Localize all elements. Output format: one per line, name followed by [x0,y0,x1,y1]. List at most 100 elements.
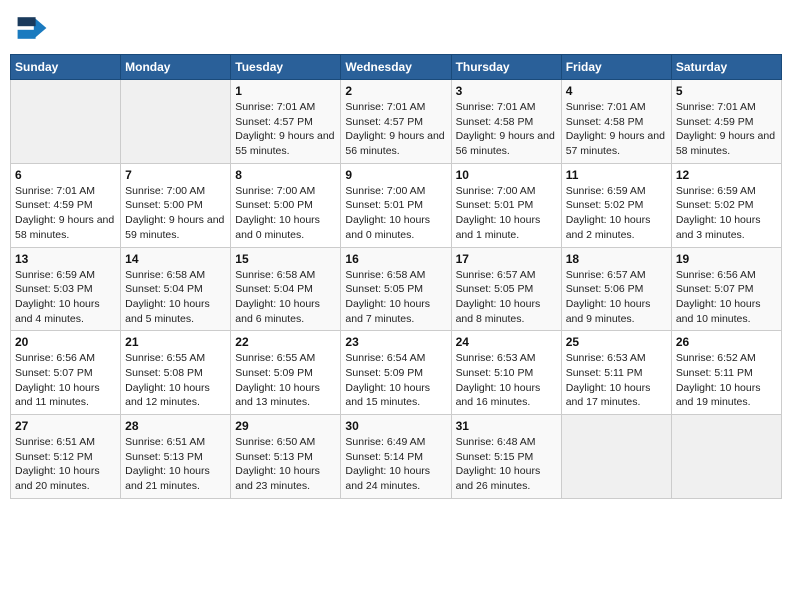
logo-icon [14,10,50,46]
calendar-cell: 16 Sunrise: 6:58 AMSunset: 5:05 PMDayligh… [341,247,451,331]
day-number: 24 [456,335,557,349]
calendar-cell: 8 Sunrise: 7:00 AMSunset: 5:00 PMDaylight… [231,163,341,247]
calendar-cell: 24Sunrise: 6:53 AMSunset: 5:10 PMDayligh… [451,331,561,415]
calendar-cell: 5 Sunrise: 7:01 AMSunset: 4:59 PMDaylight… [671,80,781,164]
calendar-cell [561,415,671,499]
calendar-cell: 3 Sunrise: 7:01 AMSunset: 4:58 PMDaylight… [451,80,561,164]
day-info: Sunrise: 6:49 AMSunset: 5:14 PMDaylight:… [345,435,446,494]
day-number: 1 [235,84,336,98]
day-info: Sunrise: 6:52 AMSunset: 5:11 PMDaylight:… [676,351,777,410]
header-tuesday: Tuesday [231,55,341,80]
calendar-cell: 7 Sunrise: 7:00 AMSunset: 5:00 PMDaylight… [121,163,231,247]
day-number: 30 [345,419,446,433]
day-info: Sunrise: 7:01 AMSunset: 4:59 PMDaylight:… [676,100,777,159]
day-number: 8 [235,168,336,182]
calendar-cell [671,415,781,499]
calendar-cell: 22 Sunrise: 6:55 AMSunset: 5:09 PMDayligh… [231,331,341,415]
day-info: Sunrise: 6:57 AMSunset: 5:05 PMDaylight:… [456,268,557,327]
calendar-week-1: 1 Sunrise: 7:01 AMSunset: 4:57 PMDaylight… [11,80,782,164]
day-info: Sunrise: 7:01 AMSunset: 4:59 PMDaylight:… [15,184,116,243]
calendar-cell: 21 Sunrise: 6:55 AMSunset: 5:08 PMDayligh… [121,331,231,415]
day-number: 9 [345,168,446,182]
day-number: 7 [125,168,226,182]
calendar-cell: 4 Sunrise: 7:01 AMSunset: 4:58 PMDaylight… [561,80,671,164]
day-number: 12 [676,168,777,182]
day-info: Sunrise: 6:53 AMSunset: 5:11 PMDaylight:… [566,351,667,410]
day-info: Sunrise: 6:59 AMSunset: 5:03 PMDaylight:… [15,268,116,327]
header-wednesday: Wednesday [341,55,451,80]
day-info: Sunrise: 7:01 AMSunset: 4:57 PMDaylight:… [235,100,336,159]
day-info: Sunrise: 6:58 AMSunset: 5:05 PMDaylight:… [345,268,446,327]
calendar-cell: 10 Sunrise: 7:00 AMSunset: 5:01 PMDayligh… [451,163,561,247]
logo [14,10,54,46]
day-info: Sunrise: 6:59 AMSunset: 5:02 PMDaylight:… [676,184,777,243]
calendar-cell: 27Sunrise: 6:51 AMSunset: 5:12 PMDayligh… [11,415,121,499]
day-number: 18 [566,252,667,266]
calendar-cell: 12 Sunrise: 6:59 AMSunset: 5:02 PMDayligh… [671,163,781,247]
calendar-cell: 13 Sunrise: 6:59 AMSunset: 5:03 PMDayligh… [11,247,121,331]
calendar-cell: 11Sunrise: 6:59 AMSunset: 5:02 PMDayligh… [561,163,671,247]
calendar-cell: 25 Sunrise: 6:53 AMSunset: 5:11 PMDayligh… [561,331,671,415]
day-info: Sunrise: 6:59 AMSunset: 5:02 PMDaylight:… [566,184,667,243]
day-number: 16 [345,252,446,266]
calendar-week-3: 13 Sunrise: 6:59 AMSunset: 5:03 PMDayligh… [11,247,782,331]
day-info: Sunrise: 6:54 AMSunset: 5:09 PMDaylight:… [345,351,446,410]
calendar-cell [11,80,121,164]
day-info: Sunrise: 7:01 AMSunset: 4:58 PMDaylight:… [456,100,557,159]
calendar-cell: 23 Sunrise: 6:54 AMSunset: 5:09 PMDayligh… [341,331,451,415]
day-number: 13 [15,252,116,266]
header-monday: Monday [121,55,231,80]
day-info: Sunrise: 7:00 AMSunset: 5:00 PMDaylight:… [235,184,336,243]
header-thursday: Thursday [451,55,561,80]
calendar-week-4: 20 Sunrise: 6:56 AMSunset: 5:07 PMDayligh… [11,331,782,415]
calendar-week-5: 27Sunrise: 6:51 AMSunset: 5:12 PMDayligh… [11,415,782,499]
day-number: 15 [235,252,336,266]
day-number: 26 [676,335,777,349]
calendar-body: 1 Sunrise: 7:01 AMSunset: 4:57 PMDaylight… [11,80,782,499]
day-info: Sunrise: 7:00 AMSunset: 5:00 PMDaylight:… [125,184,226,243]
day-info: Sunrise: 6:55 AMSunset: 5:08 PMDaylight:… [125,351,226,410]
calendar-cell: 20 Sunrise: 6:56 AMSunset: 5:07 PMDayligh… [11,331,121,415]
calendar-cell: 30 Sunrise: 6:49 AMSunset: 5:14 PMDayligh… [341,415,451,499]
calendar-cell: 26 Sunrise: 6:52 AMSunset: 5:11 PMDayligh… [671,331,781,415]
header-friday: Friday [561,55,671,80]
day-info: Sunrise: 7:01 AMSunset: 4:58 PMDaylight:… [566,100,667,159]
calendar-cell: 2 Sunrise: 7:01 AMSunset: 4:57 PMDaylight… [341,80,451,164]
calendar-cell: 1 Sunrise: 7:01 AMSunset: 4:57 PMDaylight… [231,80,341,164]
calendar-cell: 28 Sunrise: 6:51 AMSunset: 5:13 PMDayligh… [121,415,231,499]
calendar-table: SundayMondayTuesdayWednesdayThursdayFrid… [10,54,782,499]
calendar-cell: 17Sunrise: 6:57 AMSunset: 5:05 PMDayligh… [451,247,561,331]
calendar-cell: 9 Sunrise: 7:00 AMSunset: 5:01 PMDaylight… [341,163,451,247]
day-number: 10 [456,168,557,182]
calendar-cell: 14Sunrise: 6:58 AMSunset: 5:04 PMDayligh… [121,247,231,331]
day-info: Sunrise: 6:51 AMSunset: 5:13 PMDaylight:… [125,435,226,494]
day-number: 6 [15,168,116,182]
day-number: 3 [456,84,557,98]
day-number: 21 [125,335,226,349]
calendar-cell: 31 Sunrise: 6:48 AMSunset: 5:15 PMDayligh… [451,415,561,499]
day-info: Sunrise: 6:58 AMSunset: 5:04 PMDaylight:… [125,268,226,327]
day-number: 23 [345,335,446,349]
day-info: Sunrise: 6:55 AMSunset: 5:09 PMDaylight:… [235,351,336,410]
day-number: 31 [456,419,557,433]
day-number: 5 [676,84,777,98]
day-info: Sunrise: 6:51 AMSunset: 5:12 PMDaylight:… [15,435,116,494]
day-info: Sunrise: 6:57 AMSunset: 5:06 PMDaylight:… [566,268,667,327]
day-info: Sunrise: 7:00 AMSunset: 5:01 PMDaylight:… [345,184,446,243]
day-info: Sunrise: 7:00 AMSunset: 5:01 PMDaylight:… [456,184,557,243]
day-info: Sunrise: 6:56 AMSunset: 5:07 PMDaylight:… [15,351,116,410]
day-info: Sunrise: 6:58 AMSunset: 5:04 PMDaylight:… [235,268,336,327]
day-number: 29 [235,419,336,433]
header-sunday: Sunday [11,55,121,80]
day-number: 28 [125,419,226,433]
day-info: Sunrise: 6:48 AMSunset: 5:15 PMDaylight:… [456,435,557,494]
day-number: 4 [566,84,667,98]
day-number: 20 [15,335,116,349]
page-header [10,10,782,46]
day-info: Sunrise: 6:50 AMSunset: 5:13 PMDaylight:… [235,435,336,494]
day-number: 25 [566,335,667,349]
day-number: 2 [345,84,446,98]
day-number: 22 [235,335,336,349]
calendar-cell: 29 Sunrise: 6:50 AMSunset: 5:13 PMDayligh… [231,415,341,499]
day-info: Sunrise: 7:01 AMSunset: 4:57 PMDaylight:… [345,100,446,159]
